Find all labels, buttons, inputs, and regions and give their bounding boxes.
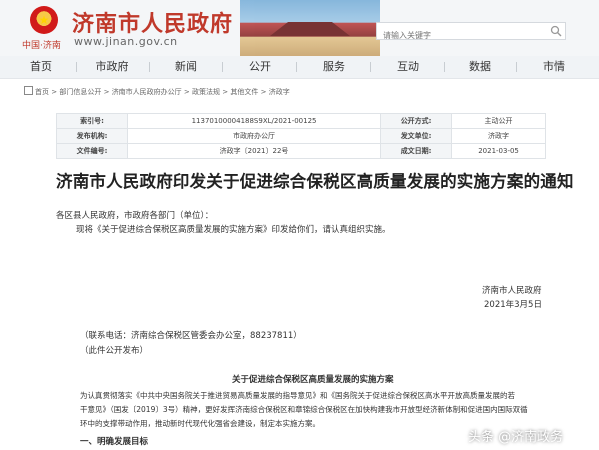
breadcrumb-item[interactable]: 济南市人民政府办公厅 bbox=[112, 88, 182, 96]
document-meta-table: 索引号: 11370100004188S9XL/2021-00125 公开方式:… bbox=[56, 113, 546, 159]
paragraph-line: 环中的支撑带动作用，推动新时代现代化强省会建设，制定本实施方案。 bbox=[80, 419, 320, 428]
nav-data[interactable]: 数据 bbox=[456, 56, 504, 78]
public-note: （此件公开发布） bbox=[80, 346, 149, 356]
nav-interaction[interactable]: 互动 bbox=[384, 56, 432, 78]
body-paragraph: 现将《关于促进综合保税区高质量发展的实施方案》印发给你们，请认真组织实施。 bbox=[76, 225, 391, 235]
table-row: 文件编号: 济政字〔2021〕22号 成文日期: 2021-03-05 bbox=[56, 143, 546, 159]
national-emblem-icon: ★ bbox=[30, 6, 58, 34]
nav-service[interactable]: 服务 bbox=[310, 56, 358, 78]
document-title: 济南市人民政府印发关于促进综合保税区高质量发展的实施方案的通知 bbox=[56, 172, 574, 191]
table-row: 索引号: 11370100004188S9XL/2021-00125 公开方式:… bbox=[56, 113, 546, 129]
breadcrumb-item[interactable]: 部门信息公开 bbox=[59, 88, 101, 96]
breadcrumb-item[interactable]: 济政字 bbox=[269, 88, 290, 96]
issuer: 济南市人民政府 bbox=[482, 286, 542, 296]
section-title: 关于促进综合保税区高质量发展的实施方案 bbox=[232, 375, 394, 385]
header-banner-image bbox=[240, 0, 380, 56]
nav-city-info[interactable]: 市情 bbox=[530, 56, 578, 78]
nav-news[interactable]: 新闻 bbox=[162, 56, 210, 78]
main-nav: 首页 市政府 新闻 公开 服务 互动 数据 市情 bbox=[0, 56, 599, 79]
nav-public[interactable]: 公开 bbox=[236, 56, 284, 78]
site-title[interactable]: 济南市人民政府 bbox=[72, 6, 233, 38]
breadcrumb-item[interactable]: 首页 bbox=[35, 88, 49, 96]
table-row: 发布机构: 市政府办公厅 发文单位: 济政字 bbox=[56, 128, 546, 144]
breadcrumb-item[interactable]: 政策法规 bbox=[192, 88, 220, 96]
watermark: 头条 @济南政务 bbox=[468, 430, 564, 445]
search-input[interactable] bbox=[377, 27, 549, 44]
brand-mini: 中国·济南 bbox=[22, 41, 61, 51]
nav-government[interactable]: 市政府 bbox=[88, 56, 136, 78]
site-header: ★ 中国·济南 济南市人民政府 www.jinan.gov.cn bbox=[0, 0, 599, 56]
contact-info: （联系电话：济南综合保税区管委会办公室，88237811） bbox=[80, 331, 302, 341]
breadcrumb-item[interactable]: 其他文件 bbox=[230, 88, 258, 96]
paragraph-line: 为认真贯彻落实《中共中央国务院关于推进贸易高质量发展的指导意见》和《国务院关于促… bbox=[80, 391, 515, 400]
search-box bbox=[376, 22, 566, 44]
search-icon[interactable] bbox=[550, 25, 562, 37]
addressee: 各区县人民政府，市政府各部门（单位）： bbox=[56, 211, 214, 221]
heading-1: 一、明确发展目标 bbox=[80, 437, 149, 447]
paragraph-line: 干意见》（国发〔2019〕3号）精神，更好发挥济南综合保税区和章锦综合保税区在加… bbox=[80, 405, 528, 414]
home-icon[interactable] bbox=[24, 86, 33, 95]
issue-date: 2021年3月5日 bbox=[484, 300, 542, 310]
breadcrumb: 首页 > 部门信息公开 > 济南市人民政府办公厅 > 政策法规 > 其他文件 >… bbox=[24, 86, 290, 98]
nav-home[interactable]: 首页 bbox=[18, 56, 64, 78]
site-url[interactable]: www.jinan.gov.cn bbox=[74, 35, 178, 48]
